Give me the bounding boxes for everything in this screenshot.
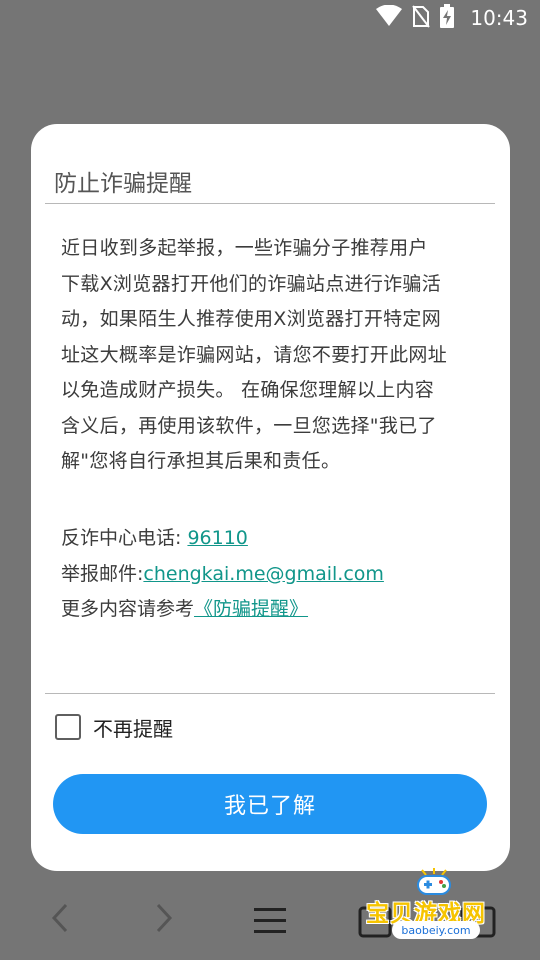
confirm-button[interactable]: 我已了解 xyxy=(53,774,487,834)
hotline-row: 反诈中心电话: 96110 xyxy=(61,521,481,555)
menu-icon[interactable] xyxy=(254,908,286,938)
message-line: 动，如果陌生人推荐使用X浏览器打开特定网 xyxy=(61,308,442,330)
dont-remind-label[interactable]: 不再提醒 xyxy=(93,713,173,742)
clock: 10:43 xyxy=(470,6,528,30)
message-line: 解"您将自行承担其后果和责任。 xyxy=(61,450,341,472)
email-link[interactable]: chengkai.me@gmail.com xyxy=(143,563,384,585)
anti-fraud-link[interactable]: 《防骗提醒》 xyxy=(194,598,308,620)
footer-divider xyxy=(45,693,495,694)
message-line: 含义后，再使用该软件，一旦您选择"我已了 xyxy=(61,414,437,437)
title-divider xyxy=(45,203,495,204)
dont-remind-checkbox[interactable] xyxy=(55,714,81,740)
hotline-label: 反诈中心电话: xyxy=(61,527,188,549)
message-line: 以免造成财产损失。 在确保您理解以上内容 xyxy=(61,379,435,401)
more-info-label: 更多内容请参考 xyxy=(61,598,195,620)
wifi-icon xyxy=(376,4,403,31)
no-sim-icon xyxy=(412,4,431,32)
hotline-link[interactable]: 96110 xyxy=(187,527,247,549)
fraud-warning-dialog: 防止诈骗提醒 近日收到多起举报，一些诈骗分子推荐用户 下载X浏览器打开他们的诈骗… xyxy=(31,124,510,871)
forward-arrow-icon[interactable] xyxy=(154,902,174,938)
message-line: 近日收到多起举报，一些诈骗分子推荐用户 xyxy=(61,237,428,259)
battery-charging-icon xyxy=(440,4,455,32)
back-arrow-icon[interactable] xyxy=(50,902,70,938)
message-line: 址这大概率是诈骗网站，请您不要打开此网址 xyxy=(61,343,448,366)
message-line: 下载X浏览器打开他们的诈骗站点进行诈骗活 xyxy=(61,272,442,295)
status-bar: 10:43 xyxy=(0,0,540,36)
warning-message: 近日收到多起举报，一些诈骗分子推荐用户 下载X浏览器打开他们的诈骗站点进行诈骗活… xyxy=(61,231,481,480)
site-watermark: 宝贝游戏网 baobeiy.com xyxy=(362,868,514,944)
watermark-domain: baobeiy.com xyxy=(392,921,480,939)
more-info-row: 更多内容请参考《防骗提醒》 xyxy=(61,592,481,626)
email-row: 举报邮件:chengkai.me@gmail.com xyxy=(61,557,481,591)
dont-remind-option[interactable]: 不再提醒 xyxy=(55,712,173,742)
dialog-title: 防止诈骗提醒 xyxy=(54,171,192,197)
email-label: 举报邮件: xyxy=(61,563,144,585)
